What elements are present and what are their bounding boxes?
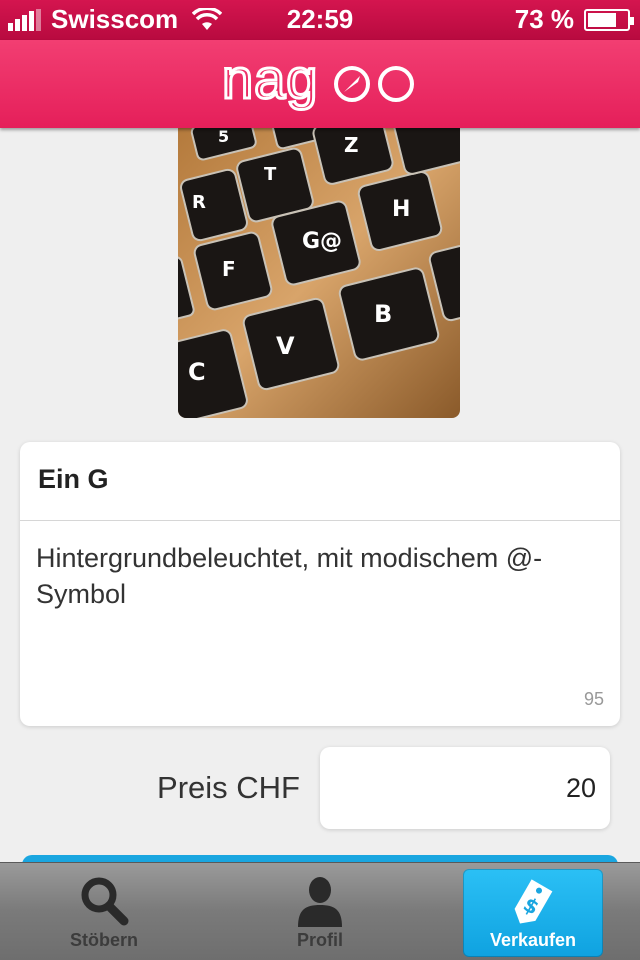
app-header: nag (0, 40, 640, 128)
key-v: V (276, 332, 295, 360)
keyboard-photo: 5 T Z R H G@ F C V B (178, 128, 460, 418)
key-g: G@ (302, 229, 342, 254)
key-5: 5 (218, 128, 229, 146)
character-counter: 95 (583, 689, 604, 709)
person-icon (298, 877, 342, 927)
svg-text:nag: nag (222, 54, 318, 110)
price-label: Preis CHF (157, 770, 300, 805)
status-bar: Swisscom 22:59 73 % (0, 0, 640, 40)
price-input[interactable] (320, 747, 610, 829)
key-t: T (264, 164, 277, 185)
price-tag-icon: $ (514, 879, 553, 924)
tab-verkaufen[interactable]: $ Verkaufen (463, 869, 603, 957)
key-c: C (188, 358, 206, 386)
listing-card: Ein G Hintergrundbeleuchtet, mit modisch… (20, 442, 620, 726)
nagoo-logo: nag (222, 54, 414, 112)
key-f: F (222, 257, 236, 281)
tab-stoebern[interactable]: Stöbern (34, 869, 174, 957)
tab-label: Verkaufen (489, 930, 577, 950)
key-h: H (392, 197, 410, 222)
key-r: R (192, 192, 206, 213)
search-icon (81, 877, 129, 926)
listing-title-field[interactable]: Ein G (38, 464, 109, 495)
tab-profil[interactable]: Profil (250, 869, 390, 957)
key-b: B (374, 300, 392, 328)
battery-icon (584, 8, 634, 31)
tab-bar: Stöbern Profil $ Verkaufen (0, 862, 640, 960)
key-z: Z (344, 133, 359, 157)
listing-photo[interactable]: 5 T Z R H G@ F C V B (178, 128, 460, 418)
battery-percent: 73 % (514, 4, 574, 34)
listing-description-field[interactable]: Hintergrundbeleuchtet, mit modischem @-S… (36, 540, 596, 612)
tab-label: Profil (296, 930, 343, 950)
divider (20, 520, 620, 521)
tab-label: Stöbern (69, 930, 138, 950)
